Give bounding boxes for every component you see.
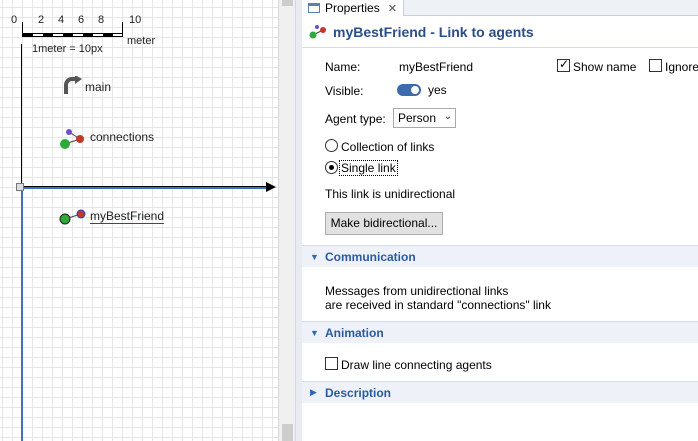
collapse-triangle-icon: ▼ bbox=[310, 251, 319, 262]
make-bidirectional-button[interactable]: Make bidirectional... bbox=[325, 212, 443, 235]
collection-of-links-radio[interactable] bbox=[325, 139, 338, 152]
axis-arrow-icon bbox=[266, 182, 276, 192]
ruler-number-8: 8 bbox=[98, 14, 105, 26]
agent-type-select[interactable]: Person ⌄ bbox=[393, 108, 456, 128]
draw-line-label: Draw line connecting agents bbox=[341, 358, 492, 372]
visible-toggle[interactable] bbox=[397, 84, 421, 96]
name-field[interactable]: myBestFriend bbox=[399, 60, 473, 74]
visible-value: yes bbox=[428, 83, 447, 97]
page-title: myBestFriend - Link to agents bbox=[333, 24, 534, 40]
ruler-number-0: 0 bbox=[11, 14, 18, 26]
single-link-radio[interactable] bbox=[325, 161, 338, 174]
communication-title: Communication bbox=[325, 249, 416, 264]
ruler-number-6: 6 bbox=[78, 14, 85, 26]
scale-tick bbox=[122, 22, 123, 33]
tab-properties[interactable]: Properties ✕ bbox=[302, 0, 404, 16]
animation-title: Animation bbox=[325, 325, 384, 340]
direction-text: This link is unidirectional bbox=[325, 187, 456, 201]
show-name-checkbox[interactable] bbox=[557, 57, 570, 72]
canvas-label-connections[interactable]: connections bbox=[90, 130, 154, 144]
visible-label: Visible: bbox=[325, 84, 364, 98]
scale-text: 1meter = 10px bbox=[32, 43, 103, 55]
single-link-label[interactable]: Single link bbox=[339, 160, 398, 176]
scrollbar-top-handle[interactable] bbox=[282, 0, 293, 6]
ruler-number-10: 10 bbox=[129, 14, 142, 26]
properties-header: myBestFriend - Link to agents bbox=[302, 17, 698, 48]
description-title: Description bbox=[325, 385, 392, 400]
description-section-header[interactable]: ▶ Description bbox=[302, 381, 698, 403]
scale-tick bbox=[22, 22, 23, 33]
scale-unit: meter bbox=[127, 35, 156, 47]
canvas-label-main[interactable]: main bbox=[85, 80, 111, 94]
tab-bar: Properties ✕ bbox=[302, 0, 698, 16]
close-icon[interactable]: ✕ bbox=[388, 2, 397, 15]
link-to-agents-icon[interactable] bbox=[59, 208, 87, 228]
properties-view-icon bbox=[308, 3, 320, 13]
properties-panel: Properties ✕ myBestFriend - Link to agen… bbox=[302, 0, 698, 441]
canvas-vertical-scrollbar[interactable] bbox=[278, 0, 295, 441]
frame-top-edge bbox=[22, 187, 272, 189]
ignore-checkbox[interactable] bbox=[649, 59, 662, 72]
draw-line-checkbox[interactable] bbox=[325, 357, 338, 370]
link-to-agents-icon bbox=[309, 25, 326, 39]
name-label: Name: bbox=[325, 60, 361, 74]
show-name-label: Show name bbox=[573, 60, 637, 74]
communication-line-2: are received in standard "connections" l… bbox=[325, 298, 551, 312]
agent-type-value: Person bbox=[398, 111, 437, 125]
agent-type-label: Agent type: bbox=[325, 112, 386, 126]
graphical-editor-canvas[interactable]: 0 2 4 6 8 10 meter 1meter = 10px main co… bbox=[0, 0, 278, 441]
expand-triangle-icon: ▶ bbox=[310, 387, 317, 397]
scale-bar[interactable] bbox=[22, 33, 123, 37]
canvas-label-mybestfriend[interactable]: myBestFriend bbox=[90, 209, 165, 224]
collapse-triangle-icon: ▼ bbox=[310, 327, 319, 338]
tab-properties-label: Properties bbox=[325, 1, 380, 15]
communication-line-1: Messages from unidirectional links bbox=[325, 284, 509, 298]
animation-section-header[interactable]: ▼ Animation bbox=[302, 321, 698, 343]
chevron-down-icon: ⌄ bbox=[443, 111, 452, 122]
ruler-number-4: 4 bbox=[58, 14, 65, 26]
origin-handle[interactable] bbox=[16, 183, 24, 191]
panel-splitter[interactable] bbox=[295, 0, 302, 441]
scrollbar-thumb[interactable] bbox=[282, 424, 293, 441]
ruler-number-2: 2 bbox=[38, 14, 45, 26]
main-agent-icon[interactable] bbox=[62, 76, 84, 96]
ignore-label: Ignore bbox=[665, 60, 698, 74]
connections-icon[interactable] bbox=[59, 128, 87, 150]
communication-section-header[interactable]: ▼ Communication bbox=[302, 245, 698, 267]
frame-left-edge bbox=[21, 187, 23, 441]
collection-of-links-label[interactable]: Collection of links bbox=[341, 140, 434, 154]
